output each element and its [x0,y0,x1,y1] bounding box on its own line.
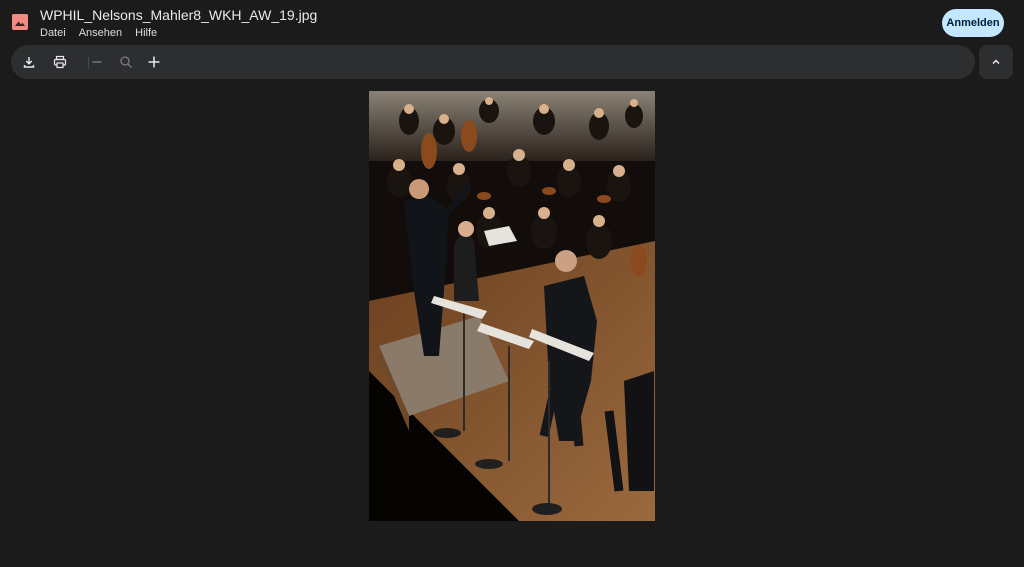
image-file-icon [12,14,28,30]
print-button[interactable] [48,50,72,74]
download-icon [23,57,35,68]
collapse-toolbar-button[interactable] [979,45,1013,79]
download-button[interactable] [17,50,41,74]
print-icon [53,55,67,69]
zoom-in-icon [148,56,160,68]
file-title: WPHIL_Nelsons_Mahler8_WKH_AW_19.jpg [40,7,318,23]
zoom-reset-button[interactable] [114,50,138,74]
viewer-toolbar [11,45,975,79]
menu-help[interactable]: Hilfe [135,27,157,39]
sign-in-button[interactable]: Anmelden [942,9,1004,37]
top-bar: WPHIL_Nelsons_Mahler8_WKH_AW_19.jpg Date… [0,0,1024,44]
menu-view[interactable]: Ansehen [79,27,122,39]
menu-bar: Datei Ansehen Hilfe [40,27,157,39]
chevron-up-icon [992,59,1000,65]
zoom-out-button[interactable] [85,50,109,74]
zoom-in-button[interactable] [142,50,166,74]
image-viewer[interactable] [369,91,655,521]
orchestra-photo [369,91,655,521]
zoom-reset-icon [120,56,132,68]
zoom-out-icon [92,61,102,63]
menu-file[interactable]: Datei [40,27,66,39]
